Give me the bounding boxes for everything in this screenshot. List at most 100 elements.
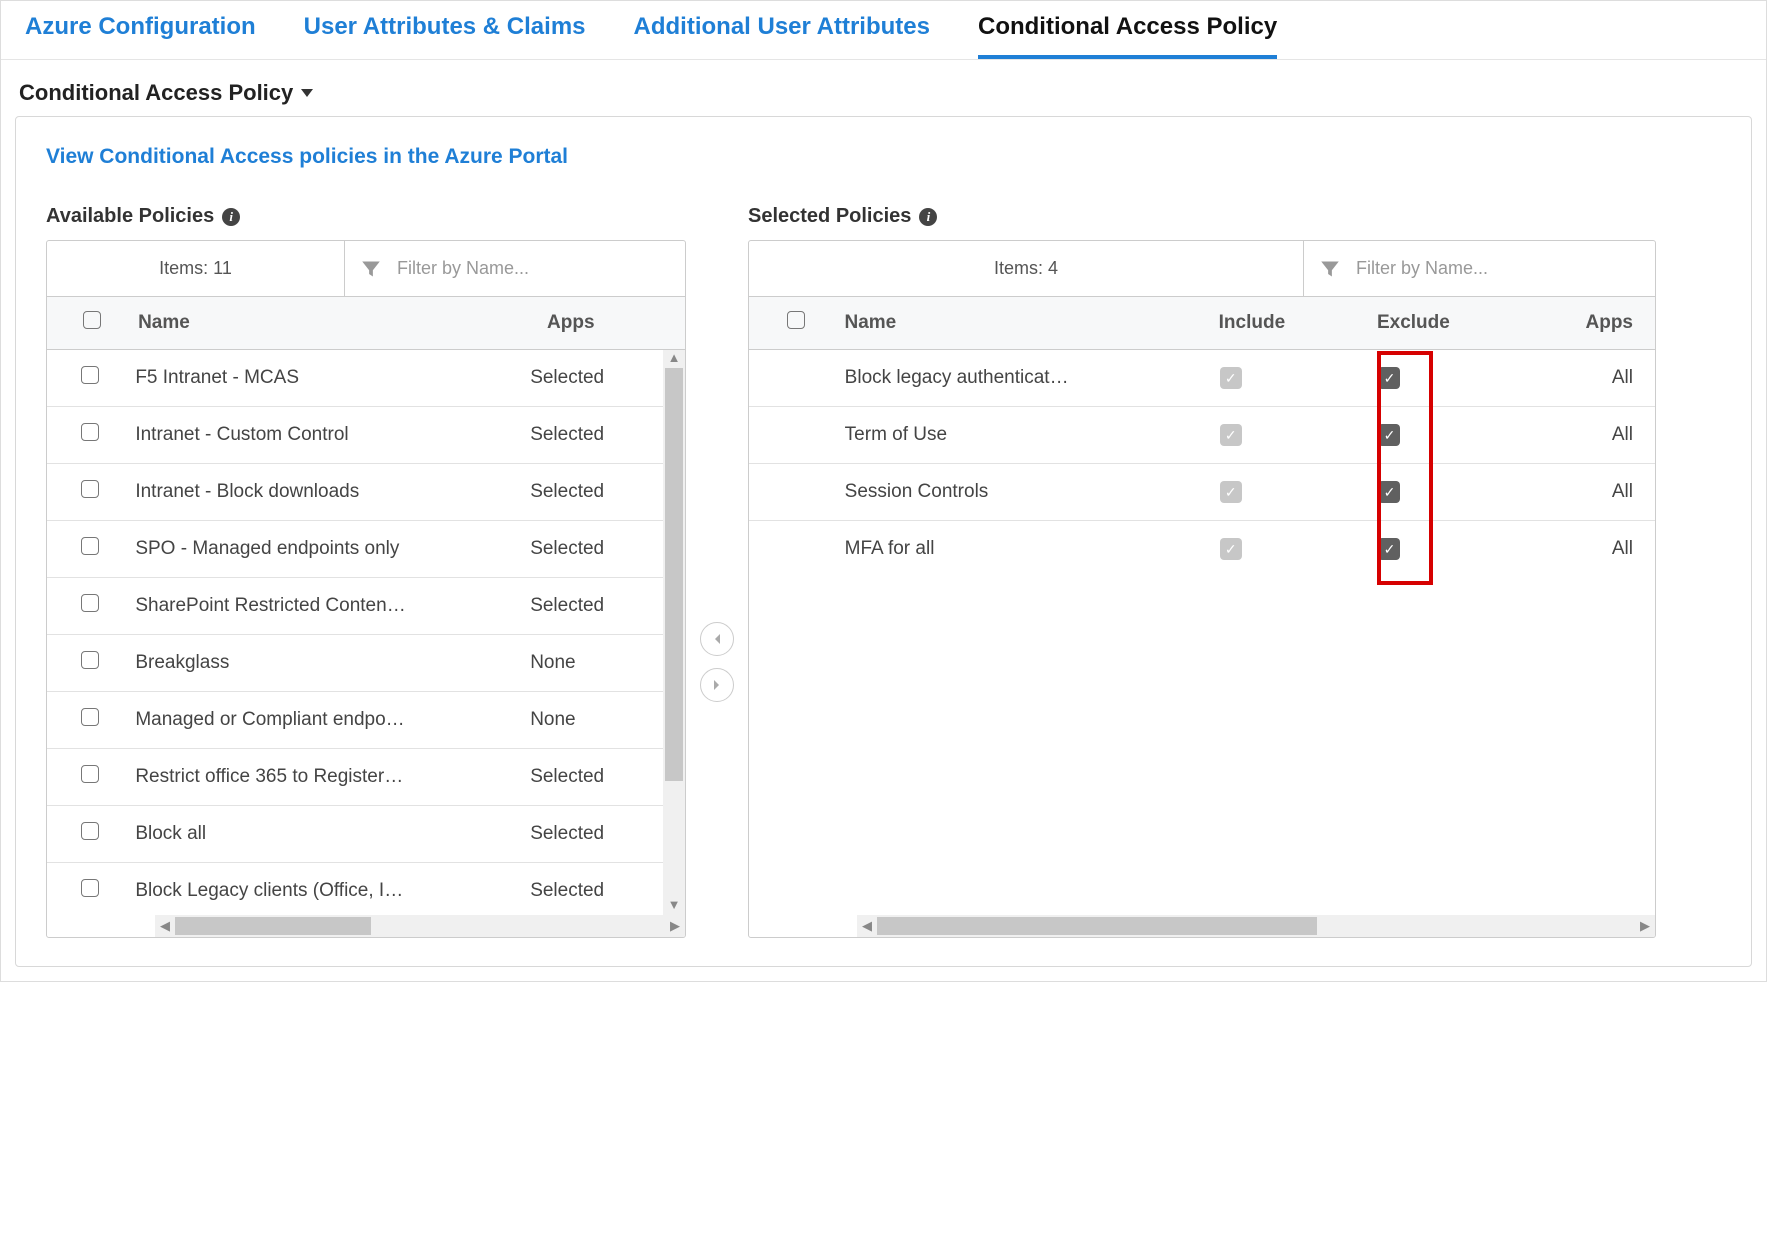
scroll-right-icon[interactable]: ▶: [1635, 918, 1655, 934]
table-row: Block legacy authenticat… ✓ ✓ All: [749, 350, 1655, 407]
move-left-button[interactable]: [700, 622, 734, 656]
policy-name: Intranet - Custom Control: [123, 407, 518, 464]
info-icon: i: [919, 208, 937, 226]
include-checkbox: ✓: [1220, 367, 1242, 389]
policy-apps: Selected: [518, 350, 663, 407]
policy-apps: Selected: [518, 806, 663, 863]
tab-additional-user-attributes[interactable]: Additional User Attributes: [634, 13, 930, 59]
row-checkbox[interactable]: [81, 822, 99, 840]
tab-bar: Azure Configuration User Attributes & Cl…: [1, 1, 1766, 60]
policy-name: Managed or Compliant endpo…: [123, 692, 518, 749]
table-row: Intranet - Block downloadsSelected: [47, 464, 663, 521]
scroll-down-icon[interactable]: ▼: [663, 897, 685, 915]
available-items-count: Items: 11: [47, 241, 345, 296]
include-checkbox: ✓: [1220, 538, 1242, 560]
table-row: Restrict office 365 to Register…Selected: [47, 749, 663, 806]
policy-name: Intranet - Block downloads: [123, 464, 518, 521]
selected-select-all-checkbox[interactable]: [787, 311, 805, 329]
table-row: MFA for all ✓ ✓ All: [749, 521, 1655, 578]
horizontal-scrollbar[interactable]: ◀ ▶: [857, 915, 1655, 937]
exclude-checkbox[interactable]: ✓: [1378, 424, 1400, 446]
policy-apps: Selected: [518, 578, 663, 635]
filter-icon: [361, 259, 381, 279]
policy-apps: Selected: [518, 749, 663, 806]
section-dropdown[interactable]: Conditional Access Policy: [1, 60, 1766, 116]
available-filter-input[interactable]: [395, 257, 669, 280]
table-row: SPO - Managed endpoints onlySelected: [47, 521, 663, 578]
col-header-apps[interactable]: Apps: [535, 297, 685, 350]
move-right-button[interactable]: [700, 668, 734, 702]
row-checkbox[interactable]: [81, 708, 99, 726]
table-row: Term of Use ✓ ✓ All: [749, 407, 1655, 464]
policy-name: Restrict office 365 to Register…: [123, 749, 518, 806]
policy-name: SharePoint Restricted Conten…: [123, 578, 518, 635]
row-checkbox[interactable]: [81, 879, 99, 897]
col-header-name[interactable]: Name: [832, 297, 1206, 350]
policy-apps: All: [1540, 407, 1655, 464]
policy-apps: None: [518, 692, 663, 749]
policy-name: Block legacy authenticat…: [833, 350, 1208, 407]
row-checkbox[interactable]: [81, 765, 99, 783]
table-row: Intranet - Custom ControlSelected: [47, 407, 663, 464]
selected-items-count: Items: 4: [749, 241, 1304, 296]
policy-name: F5 Intranet - MCAS: [123, 350, 518, 407]
include-checkbox: ✓: [1220, 424, 1242, 446]
tab-user-attributes-claims[interactable]: User Attributes & Claims: [304, 13, 586, 59]
table-row: SharePoint Restricted Conten…Selected: [47, 578, 663, 635]
policy-name: Term of Use: [833, 407, 1208, 464]
available-select-all-checkbox[interactable]: [83, 311, 101, 329]
policy-name: Block Legacy clients (Office, I…: [123, 863, 518, 916]
row-checkbox[interactable]: [81, 480, 99, 498]
table-row: Block allSelected: [47, 806, 663, 863]
row-checkbox[interactable]: [81, 366, 99, 384]
policy-name: Block all: [123, 806, 518, 863]
col-header-name[interactable]: Name: [126, 297, 535, 350]
scroll-left-icon[interactable]: ◀: [155, 918, 175, 934]
chevron-right-icon: [712, 679, 722, 691]
policy-apps: Selected: [518, 464, 663, 521]
col-header-include[interactable]: Include: [1207, 297, 1365, 350]
tab-azure-configuration[interactable]: Azure Configuration: [25, 13, 256, 59]
policy-name: Session Controls: [833, 464, 1208, 521]
policy-apps: None: [518, 635, 663, 692]
policy-apps: All: [1540, 464, 1655, 521]
policy-apps: Selected: [518, 521, 663, 578]
caret-down-icon: [301, 89, 313, 97]
row-checkbox[interactable]: [81, 423, 99, 441]
table-row: Managed or Compliant endpo…None: [47, 692, 663, 749]
policy-apps: All: [1540, 350, 1655, 407]
vertical-scrollbar[interactable]: ▲ ▼: [663, 350, 685, 915]
tab-conditional-access-policy[interactable]: Conditional Access Policy: [978, 13, 1277, 59]
row-checkbox[interactable]: [81, 594, 99, 612]
policy-apps: All: [1540, 521, 1655, 578]
table-row: Session Controls ✓ ✓ All: [749, 464, 1655, 521]
include-checkbox: ✓: [1220, 481, 1242, 503]
exclude-checkbox[interactable]: ✓: [1378, 481, 1400, 503]
available-title: Available Policies: [46, 205, 214, 228]
chevron-left-icon: [712, 633, 722, 645]
azure-portal-link[interactable]: View Conditional Access policies in the …: [46, 145, 1721, 169]
table-row: F5 Intranet - MCASSelected: [47, 350, 663, 407]
table-row: BreakglassNone: [47, 635, 663, 692]
policy-apps: Selected: [518, 407, 663, 464]
policy-name: SPO - Managed endpoints only: [123, 521, 518, 578]
col-header-apps[interactable]: Apps: [1538, 297, 1655, 350]
scroll-right-icon[interactable]: ▶: [665, 918, 685, 934]
row-checkbox[interactable]: [81, 537, 99, 555]
exclude-checkbox[interactable]: ✓: [1378, 367, 1400, 389]
filter-icon: [1320, 259, 1340, 279]
col-header-exclude[interactable]: Exclude: [1365, 297, 1538, 350]
info-icon: i: [222, 208, 240, 226]
policy-name: Breakglass: [123, 635, 518, 692]
section-title: Conditional Access Policy: [19, 80, 293, 106]
scroll-left-icon[interactable]: ◀: [857, 918, 877, 934]
table-row: Block Legacy clients (Office, I…Selected: [47, 863, 663, 916]
policy-name: MFA for all: [833, 521, 1208, 578]
scroll-up-icon[interactable]: ▲: [663, 350, 685, 368]
selected-filter-input[interactable]: [1354, 257, 1639, 280]
exclude-checkbox[interactable]: ✓: [1378, 538, 1400, 560]
horizontal-scrollbar[interactable]: ◀ ▶: [155, 915, 685, 937]
policy-apps: Selected: [518, 863, 663, 916]
selected-title: Selected Policies: [748, 205, 911, 228]
row-checkbox[interactable]: [81, 651, 99, 669]
